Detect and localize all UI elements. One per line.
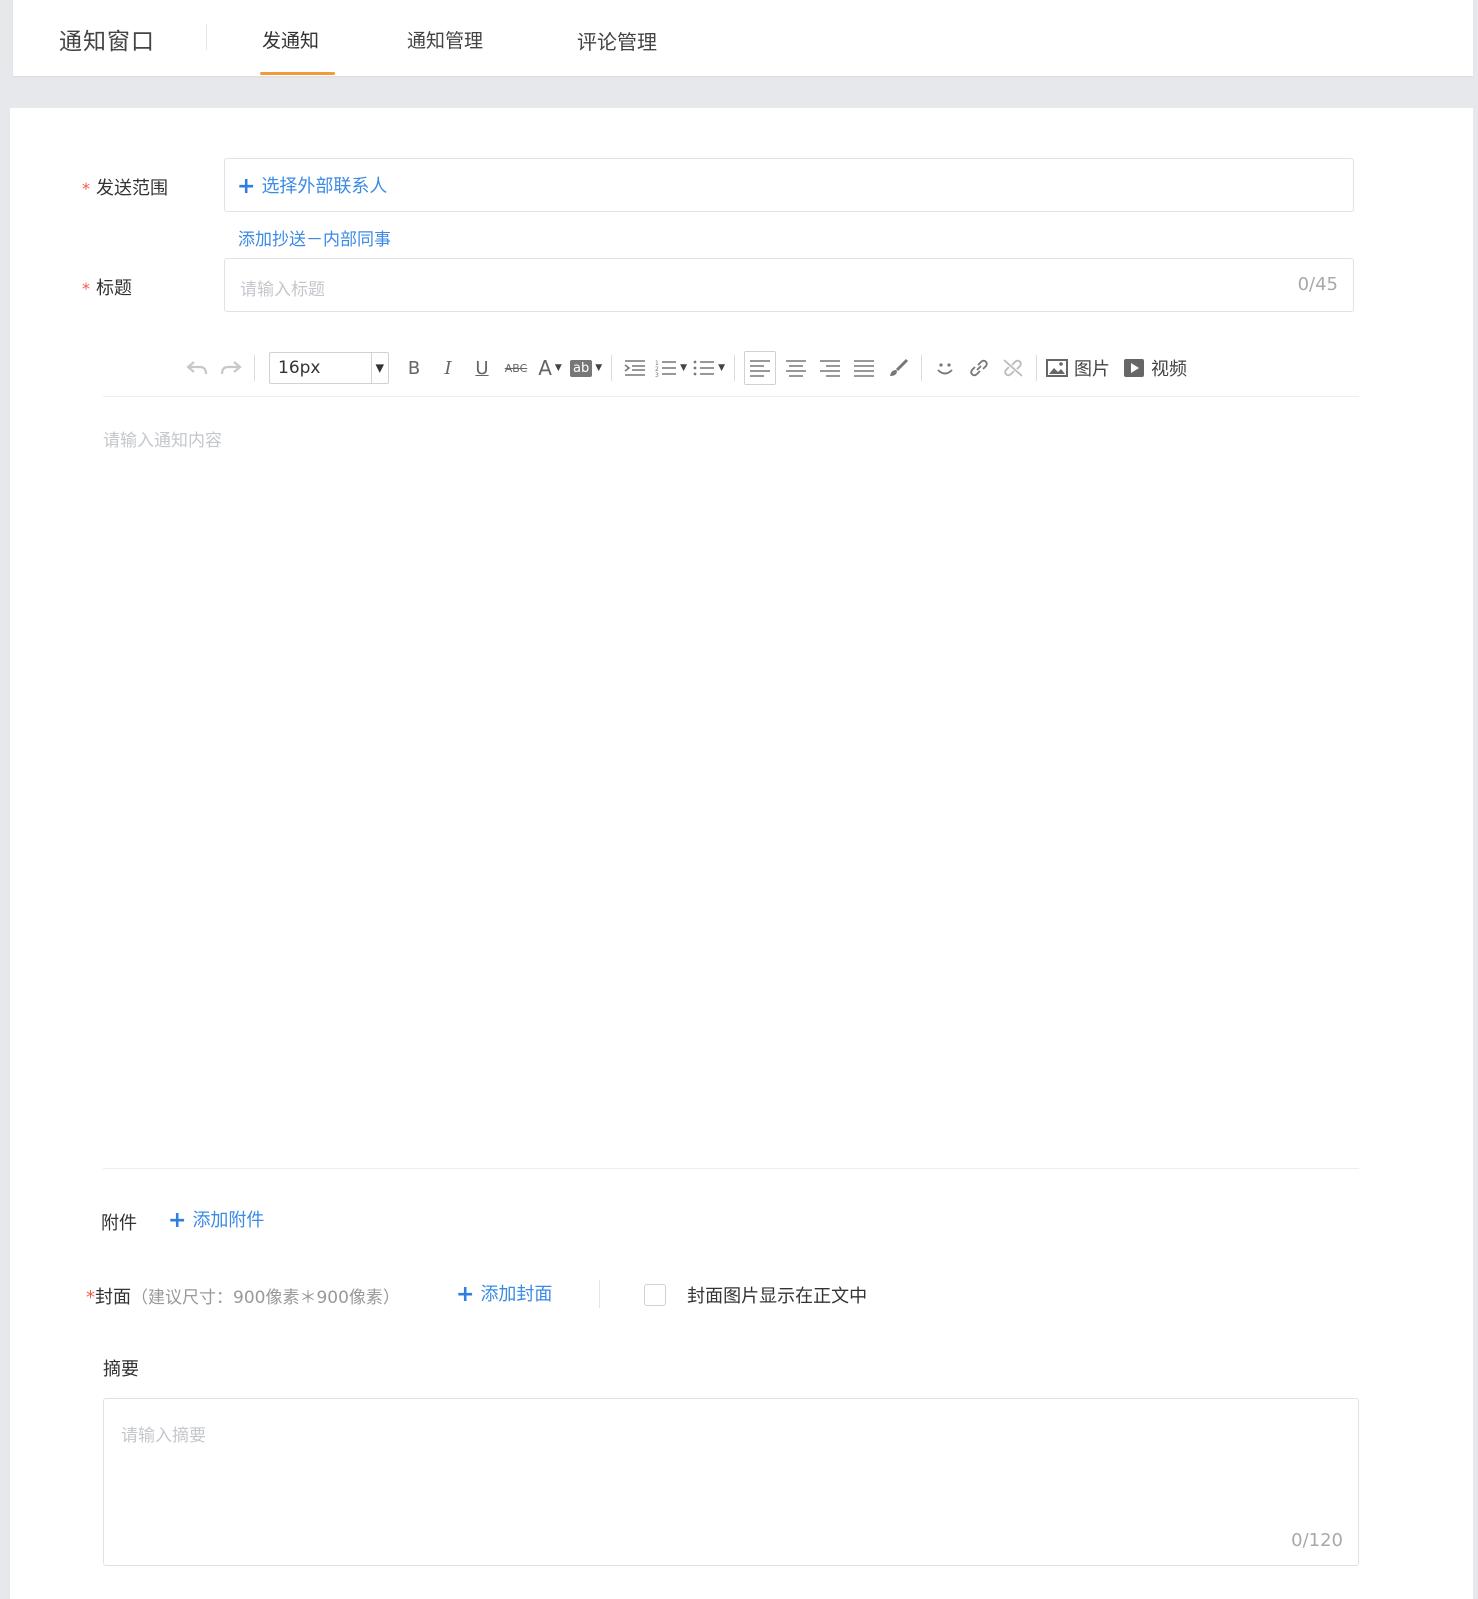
video-icon — [1123, 359, 1144, 377]
editor-toolbar: 16px ▾ B I U ABC A ▼ ab ▼ 123 ▼ ▼ 图片 视频 — [180, 348, 1190, 388]
chevron-down-icon: ▼ — [595, 363, 603, 373]
scope-select-box[interactable]: + 选择外部联系人 — [224, 158, 1354, 212]
app-title: 通知窗口 — [59, 29, 155, 55]
link-icon[interactable] — [965, 352, 993, 384]
insert-image-button[interactable]: 图片 — [1045, 352, 1110, 384]
toolbar-separator — [611, 355, 613, 381]
insert-video-button[interactable]: 视频 — [1123, 352, 1187, 384]
tab-notice-management[interactable]: 通知管理 — [407, 26, 483, 53]
toolbar-separator — [733, 355, 735, 381]
svg-text:3: 3 — [655, 372, 659, 377]
strikethrough-button[interactable]: ABC — [502, 352, 530, 384]
scope-label-row: * 发送范围 — [82, 174, 168, 200]
summary-label: 摘要 — [103, 1359, 139, 1380]
title-separator — [206, 24, 207, 50]
top-navigation-bar: 通知窗口 发通知 通知管理 评论管理 — [13, 0, 1473, 76]
bold-button[interactable]: B — [400, 352, 428, 384]
underline-button[interactable]: U — [468, 352, 496, 384]
cover-size-hint: （建议尺寸：900像素＊900像素） — [131, 1288, 400, 1308]
toolbar-divider — [103, 396, 1359, 397]
align-justify-icon[interactable] — [850, 352, 878, 384]
toolbar-separator — [254, 355, 255, 381]
chevron-down-icon: ▼ — [718, 363, 725, 373]
required-mark: * — [82, 279, 90, 298]
required-mark: * — [82, 179, 90, 198]
select-external-contact-button[interactable]: + 选择外部联系人 — [237, 172, 387, 199]
cover-separator — [599, 1280, 600, 1308]
content-placeholder: 请输入通知内容 — [103, 431, 222, 451]
tab-comment-management[interactable]: 评论管理 — [577, 26, 657, 55]
add-cc-internal-link[interactable]: 添加抄送－内部同事 — [238, 225, 391, 250]
font-color-button[interactable]: A ▼ — [536, 352, 564, 384]
align-left-icon[interactable] — [743, 351, 776, 385]
active-tab-indicator — [260, 72, 335, 75]
image-icon — [1045, 359, 1068, 377]
unlink-icon[interactable] — [999, 352, 1027, 384]
toolbar-separator — [920, 355, 922, 381]
cover-in-body-checkbox-row[interactable]: 封面图片显示在正文中 — [644, 1282, 867, 1308]
title-label-row: * 标题 — [82, 274, 132, 300]
italic-button[interactable]: I — [434, 352, 462, 384]
chevron-down-icon: ▾ — [371, 353, 384, 383]
title-counter: 0/45 — [1297, 274, 1338, 295]
attachment-label: 附件 — [101, 1213, 137, 1234]
summary-placeholder: 请输入摘要 — [121, 1426, 206, 1446]
format-brush-icon[interactable] — [884, 352, 912, 384]
cover-label: 封面 — [95, 1287, 131, 1308]
cover-in-body-checkbox[interactable] — [644, 1284, 666, 1306]
required-mark: * — [86, 1287, 95, 1308]
cover-in-body-label: 封面图片显示在正文中 — [687, 1286, 868, 1307]
title-input[interactable]: 请输入标题 0/45 — [224, 258, 1354, 312]
title-placeholder: 请输入标题 — [240, 280, 325, 300]
indent-icon[interactable] — [621, 352, 649, 384]
summary-counter: 0/120 — [1291, 1530, 1343, 1551]
align-right-icon[interactable] — [816, 352, 844, 384]
plus-icon: + — [168, 1208, 187, 1233]
background-color-button[interactable]: ab ▼ — [570, 352, 602, 384]
ordered-list-icon[interactable]: 123 ▼ — [655, 352, 687, 384]
content-editor[interactable]: 请输入通知内容 — [103, 398, 1359, 1167]
plus-icon: + — [456, 1282, 475, 1307]
redo-icon[interactable] — [217, 352, 245, 384]
title-label: 标题 — [96, 278, 132, 299]
cover-label-row: *封面（建议尺寸：900像素＊900像素） — [86, 1283, 400, 1309]
editor-bottom-divider — [103, 1168, 1359, 1169]
align-center-icon[interactable] — [782, 352, 810, 384]
chevron-down-icon: ▼ — [680, 363, 688, 373]
font-size-select[interactable]: 16px ▾ — [269, 352, 389, 384]
plus-icon: + — [237, 174, 256, 199]
add-attachment-button[interactable]: + 添加附件 — [168, 1206, 264, 1233]
compose-panel: * 发送范围 + 选择外部联系人 添加抄送－内部同事 * 标题 请输入标题 0/45 … — [10, 108, 1473, 1599]
add-cover-button[interactable]: + 添加封面 — [456, 1280, 552, 1307]
scope-label: 发送范围 — [96, 178, 168, 199]
summary-textarea[interactable]: 请输入摘要 0/120 — [103, 1398, 1359, 1566]
undo-icon[interactable] — [183, 352, 211, 384]
unordered-list-icon[interactable]: ▼ — [693, 352, 725, 384]
emoji-icon[interactable] — [931, 352, 959, 384]
chevron-down-icon: ▼ — [554, 363, 562, 373]
toolbar-separator — [1035, 355, 1037, 381]
tab-send-notice[interactable]: 发通知 — [262, 26, 319, 53]
